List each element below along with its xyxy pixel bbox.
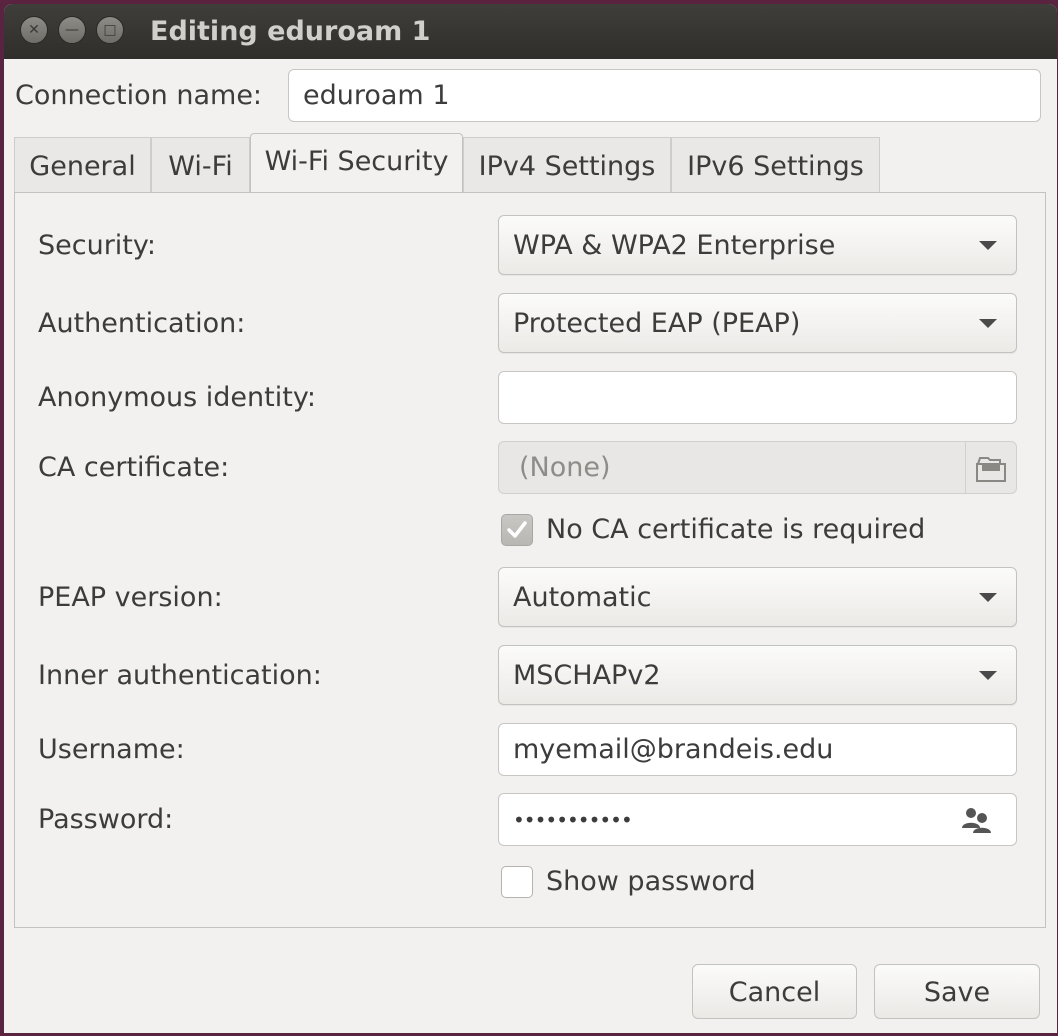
close-window-button[interactable]: ✕ bbox=[20, 16, 48, 44]
users-icon[interactable] bbox=[960, 806, 994, 834]
password-value: ••••••••••• bbox=[513, 807, 633, 832]
ca-certificate-chooser[interactable]: (None) bbox=[498, 441, 1017, 494]
tab-wifi[interactable]: Wi-Fi bbox=[151, 137, 250, 192]
window-title: Editing eduroam 1 bbox=[150, 16, 431, 47]
peap-version-label: PEAP version: bbox=[38, 582, 223, 613]
tab-bar: General Wi-Fi Wi-Fi Security IPv4 Settin… bbox=[14, 133, 880, 193]
chevron-down-icon bbox=[979, 671, 997, 680]
inner-authentication-value: MSCHAPv2 bbox=[513, 659, 661, 691]
minimize-window-button[interactable]: — bbox=[58, 16, 86, 44]
anonymous-identity-input[interactable] bbox=[498, 371, 1017, 424]
edit-connection-dialog: ✕ — □ Editing eduroam 1 Connection name:… bbox=[4, 4, 1057, 1033]
inner-authentication-label: Inner authentication: bbox=[38, 660, 322, 691]
password-label: Password: bbox=[38, 804, 174, 835]
username-label: Username: bbox=[38, 734, 185, 765]
connection-name-input[interactable]: eduroam 1 bbox=[288, 69, 1041, 122]
username-input[interactable]: myemail@brandeis.edu bbox=[498, 723, 1017, 776]
authentication-label: Authentication: bbox=[38, 308, 246, 339]
tab-ipv4-settings[interactable]: IPv4 Settings bbox=[463, 137, 671, 192]
inner-authentication-dropdown[interactable]: MSCHAPv2 bbox=[498, 645, 1017, 705]
show-password-label: Show password bbox=[546, 866, 756, 897]
minimize-icon: — bbox=[65, 22, 79, 38]
ca-certificate-label: CA certificate: bbox=[38, 452, 230, 483]
maximize-window-button[interactable]: □ bbox=[96, 16, 124, 44]
peap-version-dropdown[interactable]: Automatic bbox=[498, 567, 1017, 627]
file-chooser-icon[interactable] bbox=[965, 442, 1016, 493]
authentication-dropdown[interactable]: Protected EAP (PEAP) bbox=[498, 293, 1017, 353]
authentication-value: Protected EAP (PEAP) bbox=[513, 307, 801, 339]
maximize-icon: □ bbox=[103, 22, 117, 38]
no-ca-required-label: No CA certificate is required bbox=[546, 514, 926, 545]
chevron-down-icon bbox=[979, 319, 997, 328]
anonymous-identity-label: Anonymous identity: bbox=[38, 382, 316, 413]
save-button[interactable]: Save bbox=[874, 964, 1040, 1019]
close-icon: ✕ bbox=[28, 22, 40, 38]
title-bar: ✕ — □ Editing eduroam 1 bbox=[4, 4, 1057, 59]
peap-version-value: Automatic bbox=[513, 581, 652, 613]
username-value: myemail@brandeis.edu bbox=[513, 734, 834, 765]
security-value: WPA & WPA2 Enterprise bbox=[513, 229, 836, 261]
tab-wifi-security[interactable]: Wi-Fi Security bbox=[250, 133, 463, 193]
tab-general[interactable]: General bbox=[14, 137, 151, 192]
tab-ipv6-settings[interactable]: IPv6 Settings bbox=[671, 137, 880, 192]
no-ca-required-checkbox[interactable] bbox=[501, 514, 533, 546]
show-password-checkbox[interactable] bbox=[501, 866, 533, 898]
security-label: Security: bbox=[38, 230, 157, 261]
connection-name-label: Connection name: bbox=[15, 80, 263, 111]
password-input[interactable]: ••••••••••• bbox=[498, 793, 1017, 846]
checkmark-icon bbox=[507, 521, 527, 538]
cancel-button[interactable]: Cancel bbox=[692, 964, 857, 1019]
chevron-down-icon bbox=[979, 241, 997, 250]
connection-name-value: eduroam 1 bbox=[303, 80, 450, 111]
ca-certificate-value: (None) bbox=[519, 452, 611, 483]
chevron-down-icon bbox=[979, 593, 997, 602]
security-dropdown[interactable]: WPA & WPA2 Enterprise bbox=[498, 215, 1017, 275]
